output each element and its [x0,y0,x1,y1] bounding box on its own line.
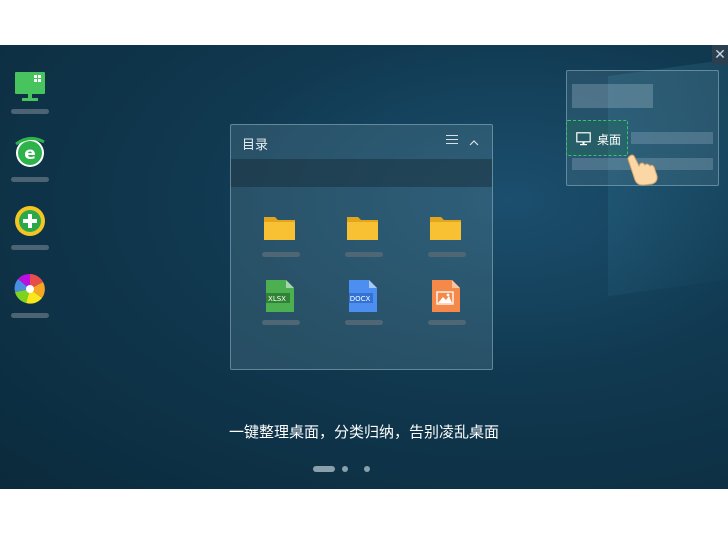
docx-file-item[interactable]: DOCX [342,280,386,340]
preview-placeholder-line [631,132,713,144]
xlsx-file-label: XLSX [268,295,286,303]
carousel-dot[interactable] [364,466,370,472]
folder-icon [347,217,378,240]
file-name-bar [262,320,300,325]
bottom-margin [0,489,728,534]
carousel-dot-active[interactable] [313,466,335,472]
panel-toolbar-strip [231,159,492,187]
file-name-bar [262,252,300,257]
xlsx-file-icon: XLSX [266,280,294,312]
folder-icon [430,217,461,240]
chevron-up-icon[interactable] [468,134,480,146]
ie-browser-icon[interactable]: e [12,136,48,170]
app-label-bar [11,109,49,114]
file-name-bar [345,320,383,325]
docx-file-icon: DOCX [349,280,377,312]
folder-item[interactable] [259,214,303,274]
app-label-bar [11,313,49,318]
pinwheel-app-icon[interactable] [12,272,48,306]
folder-icon [264,217,295,240]
panel-title: 目录 [242,138,269,153]
monitor-icon [576,132,591,146]
file-name-bar [345,252,383,257]
panel-header: 目录 [231,125,492,159]
file-name-bar [428,252,466,257]
image-file-item[interactable] [425,280,469,340]
folder-item[interactable] [425,214,469,274]
image-file-icon [432,280,460,312]
monitor-grid-app-icon[interactable] [12,70,48,104]
desktop-button-label: 桌面 [597,133,622,147]
preview-placeholder-block [572,84,653,108]
close-button[interactable]: ✕ [712,45,728,65]
desktop-button[interactable]: 桌面 [566,120,628,156]
docx-file-label: DOCX [350,295,371,303]
folder-item[interactable] [342,214,386,274]
plus-app-icon[interactable] [12,204,48,238]
top-margin [0,0,728,45]
feature-caption: 一键整理桌面，分类归纳，告别凌乱桌面 [228,423,499,441]
app-label-bar [11,245,49,250]
menu-icon[interactable] [446,135,458,147]
file-name-bar [428,320,466,325]
pointing-hand-icon [627,154,658,186]
svg-text:e: e [24,144,36,164]
carousel-dot[interactable] [342,466,348,472]
xlsx-file-item[interactable]: XLSX [259,280,303,340]
app-label-bar [11,177,49,182]
directory-panel: 目录 XLSX DOCX [230,124,493,370]
